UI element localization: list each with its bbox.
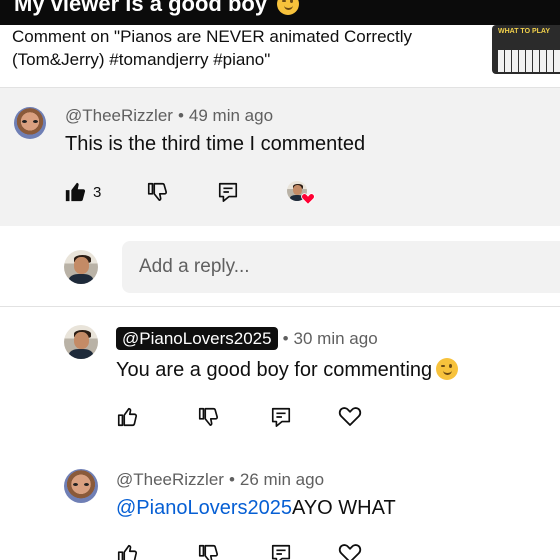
- reply-meta: @PianoLovers2025 • 30 min ago: [116, 327, 378, 350]
- reply-author[interactable]: @PianoLovers2025: [116, 327, 278, 350]
- reply-icon[interactable]: [270, 406, 292, 428]
- reply-text: You are a good boy for commenting: [116, 358, 459, 382]
- avatar[interactable]: [14, 107, 46, 139]
- meta-separator: •: [177, 106, 184, 125]
- reply-text: @PianoLovers2025AYO WHAT: [116, 497, 396, 520]
- video-thumbnail[interactable]: WHAT TO PLAY: [492, 25, 560, 74]
- thumbs-down-icon[interactable]: [197, 406, 219, 428]
- comment-author[interactable]: @TheeRizzler: [65, 106, 173, 125]
- reply-input[interactable]: Add a reply...: [122, 241, 560, 293]
- heart-icon[interactable]: [338, 405, 362, 427]
- video-info: Comment on "Pianos are NEVER animated Co…: [0, 25, 560, 87]
- reply-text-content: AYO WHAT: [291, 497, 396, 519]
- my-avatar: [64, 250, 98, 284]
- reply-time: 26 min ago: [239, 470, 325, 489]
- thumbs-up-icon[interactable]: [116, 543, 138, 560]
- thumbnail-text: WHAT TO PLAY: [498, 28, 550, 35]
- reply-author[interactable]: @TheeRizzler: [116, 470, 224, 489]
- reply-placeholder: Add a reply...: [139, 256, 250, 277]
- heart-icon[interactable]: [338, 542, 362, 560]
- avatar[interactable]: [64, 469, 98, 503]
- mention-link[interactable]: @PianoLovers2025: [116, 497, 292, 519]
- reply-meta: @TheeRizzler • 26 min ago: [116, 470, 324, 490]
- heart-icon: [301, 193, 315, 205]
- top-bar: My viewer is a good boy: [0, 0, 560, 25]
- like-count: 3: [93, 184, 102, 201]
- divider: [0, 306, 560, 307]
- comment-meta: @TheeRizzler • 49 min ago: [65, 106, 273, 126]
- comment-time: 49 min ago: [188, 106, 274, 125]
- thumbnail-piano-keys: [498, 50, 560, 72]
- grin-emoji: [277, 0, 300, 15]
- meta-separator: •: [228, 470, 235, 489]
- wink-emoji: [436, 358, 459, 380]
- thumbs-down-icon[interactable]: [146, 181, 168, 203]
- thumbs-down-icon[interactable]: [197, 543, 219, 560]
- reply-text-content: You are a good boy for commenting: [116, 359, 433, 381]
- comment-text: This is the third time I commented: [65, 133, 366, 155]
- video-comment-on: Comment on "Pianos are NEVER animated Co…: [12, 27, 413, 69]
- reply-time: 30 min ago: [293, 329, 378, 348]
- thumbs-up-icon[interactable]: [64, 181, 86, 203]
- thumbs-up-icon[interactable]: [116, 406, 138, 428]
- main-comment: @TheeRizzler • 49 min ago This is the thir…: [0, 88, 560, 226]
- meta-separator: •: [282, 329, 289, 348]
- page-title: My viewer is a good boy: [14, 0, 300, 17]
- reply-icon[interactable]: [217, 181, 239, 203]
- page-title-text: My viewer is a good boy: [14, 0, 268, 16]
- avatar[interactable]: [64, 325, 98, 359]
- reply-icon[interactable]: [270, 543, 292, 560]
